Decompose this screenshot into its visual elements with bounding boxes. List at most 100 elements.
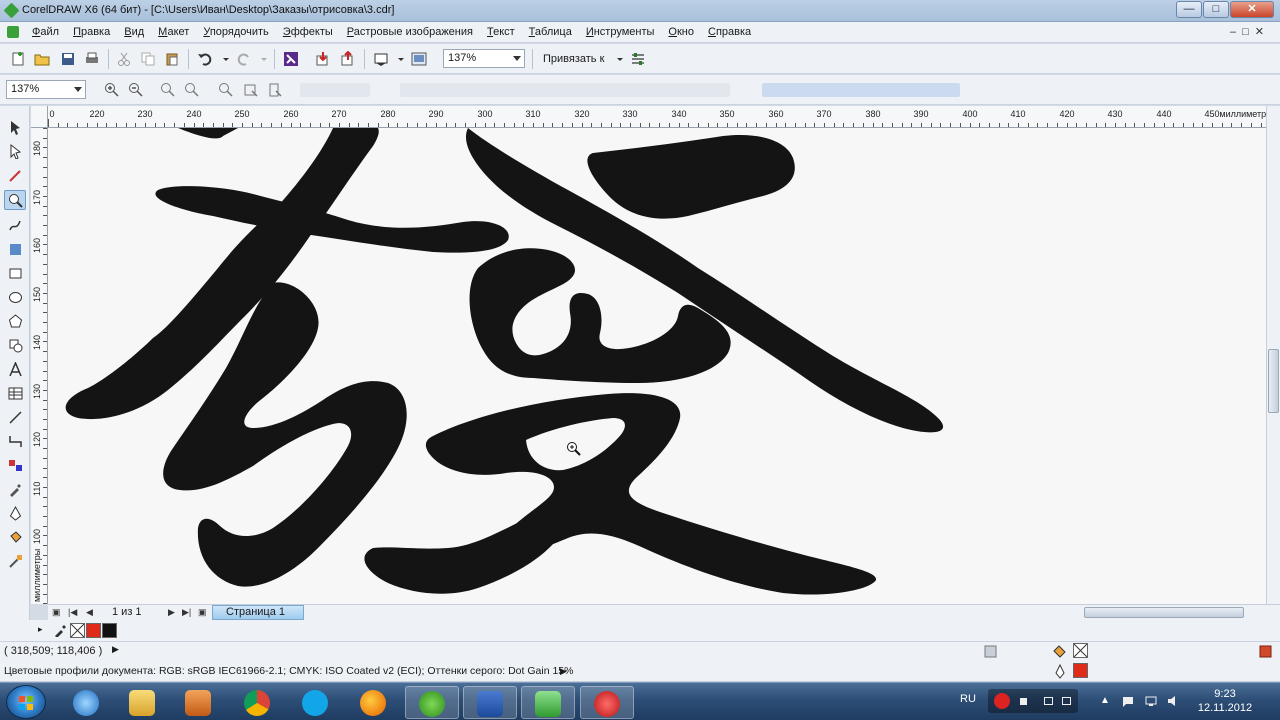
color-profile-info[interactable]: Цветовые профили документа: RGB: sRGB IE… bbox=[4, 665, 573, 677]
pick-tool-icon[interactable] bbox=[8, 120, 23, 135]
basic-shapes-tool-icon[interactable] bbox=[8, 338, 23, 353]
shape-tool-icon[interactable] bbox=[8, 144, 23, 159]
outline-tool-icon[interactable] bbox=[8, 506, 23, 521]
menu-text[interactable]: Текст bbox=[487, 26, 515, 38]
taskbar-firefox[interactable] bbox=[347, 686, 401, 719]
vertical-scroll-thumb[interactable] bbox=[1268, 349, 1279, 413]
polygon-tool-icon[interactable] bbox=[8, 314, 23, 329]
cut-icon[interactable] bbox=[116, 51, 132, 67]
menu-arrange[interactable]: Упорядочить bbox=[203, 26, 268, 38]
redo-icon[interactable] bbox=[236, 51, 252, 67]
smart-fill-tool-icon[interactable] bbox=[8, 242, 23, 257]
taskbar-coreldraw[interactable] bbox=[521, 686, 575, 719]
rectangle-tool-icon[interactable] bbox=[8, 266, 23, 281]
document-color-icon[interactable] bbox=[1258, 644, 1273, 659]
menu-window[interactable]: Окно bbox=[668, 26, 694, 38]
dimension-tool-icon[interactable] bbox=[8, 410, 23, 425]
network-icon[interactable] bbox=[1145, 695, 1157, 707]
menu-effects[interactable]: Эффекты bbox=[283, 26, 333, 38]
menu-edit[interactable]: Правка bbox=[73, 26, 110, 38]
taskbar-internet-explorer[interactable] bbox=[60, 686, 114, 719]
no-color-swatch[interactable] bbox=[70, 623, 85, 638]
menu-help[interactable]: Справка bbox=[708, 26, 751, 38]
import-icon[interactable] bbox=[315, 51, 331, 67]
profile-expand-icon[interactable]: ▶ bbox=[560, 666, 567, 677]
vertical-scrollbar[interactable] bbox=[1266, 106, 1280, 604]
next-page-icon[interactable]: ▶ bbox=[168, 607, 175, 618]
snap-to-dropdown[interactable]: Привязать к bbox=[543, 53, 604, 65]
stop-icon[interactable] bbox=[1020, 698, 1027, 705]
export-icon[interactable] bbox=[340, 51, 356, 67]
system-clock[interactable]: 9:23 12.11.2012 bbox=[1195, 687, 1255, 715]
menu-tools[interactable]: Инструменты bbox=[586, 26, 655, 38]
paste-icon[interactable] bbox=[164, 51, 180, 67]
black-swatch[interactable] bbox=[102, 623, 117, 638]
interactive-fill-tool-icon[interactable] bbox=[8, 554, 23, 569]
taskbar-skype[interactable] bbox=[289, 686, 343, 719]
ellipse-tool-icon[interactable] bbox=[8, 290, 23, 305]
taskbar-recorder[interactable] bbox=[580, 686, 634, 719]
undo-icon[interactable] bbox=[197, 51, 213, 67]
minimize-button[interactable]: — bbox=[1176, 1, 1202, 18]
text-tool-icon[interactable] bbox=[8, 362, 23, 377]
launcher-dropdown-icon[interactable] bbox=[393, 51, 409, 67]
previous-page-icon[interactable]: ◀ bbox=[86, 607, 93, 618]
show-hidden-icons[interactable]: ▲ bbox=[1100, 695, 1112, 707]
new-document-icon[interactable] bbox=[10, 51, 26, 67]
drawing-canvas[interactable] bbox=[48, 128, 1266, 604]
ruler-origin[interactable] bbox=[31, 106, 48, 128]
fill-tool-icon[interactable] bbox=[8, 530, 23, 545]
application-launcher-icon[interactable] bbox=[373, 51, 389, 67]
fill-status-swatch[interactable] bbox=[1073, 643, 1088, 658]
maximize-button[interactable]: □ bbox=[1203, 1, 1229, 18]
outline-status-swatch[interactable] bbox=[1073, 663, 1088, 678]
taskbar-chrome[interactable] bbox=[231, 686, 285, 719]
recorder-controls[interactable] bbox=[988, 689, 1078, 713]
palette-scroll-icon[interactable]: ▸ bbox=[38, 624, 43, 635]
zoom-out-icon[interactable] bbox=[128, 82, 144, 98]
zoom-page-height-icon[interactable] bbox=[267, 82, 283, 98]
welcome-screen-icon[interactable] bbox=[411, 51, 427, 67]
first-page-icon[interactable]: |◀ bbox=[68, 607, 77, 618]
status-expand-icon[interactable]: ▶ bbox=[112, 644, 119, 655]
menu-view[interactable]: Вид bbox=[124, 26, 144, 38]
taskbar-media-player[interactable] bbox=[172, 686, 226, 719]
table-tool-icon[interactable] bbox=[8, 386, 23, 401]
add-page-icon[interactable]: ▣ bbox=[52, 607, 61, 618]
add-page-after-icon[interactable]: ▣ bbox=[198, 607, 207, 618]
horizontal-scrollbar[interactable] bbox=[668, 606, 1258, 619]
volume-icon[interactable] bbox=[1167, 695, 1179, 707]
record-pause-icon[interactable] bbox=[994, 693, 1010, 709]
settings-icon[interactable] bbox=[1062, 697, 1071, 705]
zoom-all-objects-icon[interactable] bbox=[184, 82, 200, 98]
zoom-level-select[interactable]: 137% bbox=[443, 49, 525, 68]
save-icon[interactable] bbox=[60, 51, 76, 67]
document-window-controls[interactable]: –□✕ bbox=[1230, 25, 1270, 38]
zoom-to-page-icon[interactable] bbox=[218, 82, 234, 98]
page-tab[interactable]: Страница 1 bbox=[212, 605, 304, 620]
zoom-page-width-icon[interactable] bbox=[243, 82, 259, 98]
horizontal-scroll-thumb[interactable] bbox=[1084, 607, 1244, 618]
action-center-icon[interactable] bbox=[1122, 695, 1134, 707]
camera-icon[interactable] bbox=[1044, 697, 1053, 705]
menu-bitmaps[interactable]: Растровые изображения bbox=[347, 26, 473, 38]
copy-icon[interactable] bbox=[140, 51, 156, 67]
redo-dropdown-icon[interactable] bbox=[256, 51, 272, 67]
menu-file[interactable]: Файл bbox=[32, 26, 59, 38]
options-icon[interactable] bbox=[630, 51, 646, 67]
search-content-icon[interactable] bbox=[283, 51, 299, 67]
start-button[interactable] bbox=[6, 685, 46, 719]
horizontal-ruler[interactable]: 0 220 230 240 250 260 270 280 290 300 31… bbox=[48, 106, 1268, 128]
taskbar-utorrent[interactable] bbox=[405, 686, 459, 719]
taskbar-file-explorer[interactable] bbox=[116, 686, 170, 719]
property-zoom-select[interactable]: 137% bbox=[6, 80, 86, 99]
snap-dropdown-icon[interactable] bbox=[612, 51, 628, 67]
print-icon[interactable] bbox=[84, 51, 100, 67]
eyedropper-icon[interactable] bbox=[54, 624, 67, 637]
language-indicator[interactable]: RU bbox=[960, 693, 976, 705]
freehand-tool-icon[interactable] bbox=[8, 218, 23, 233]
zoom-to-selected-icon[interactable] bbox=[160, 82, 176, 98]
menu-table[interactable]: Таблица bbox=[529, 26, 572, 38]
undo-dropdown-icon[interactable] bbox=[218, 51, 234, 67]
zoom-tool-selected[interactable] bbox=[4, 190, 26, 210]
